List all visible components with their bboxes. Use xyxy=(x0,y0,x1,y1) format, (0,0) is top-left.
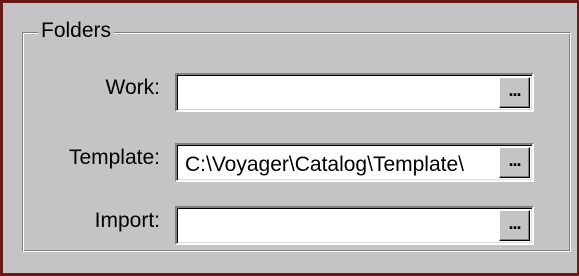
work-folder-input[interactable]: ... xyxy=(175,73,534,112)
folders-group-title: Folders xyxy=(38,19,115,43)
import-folder-input[interactable]: ... xyxy=(175,206,534,245)
template-folder-value[interactable]: C:\Voyager\Catalog\Template\ xyxy=(185,153,494,177)
template-folder-browse-button[interactable]: ... xyxy=(499,147,530,178)
folders-panel: Folders Work: ... Template: C:\Voyager\C… xyxy=(3,3,577,273)
import-folder-browse-button[interactable]: ... xyxy=(499,210,530,241)
import-folder-label: Import: xyxy=(94,209,160,232)
template-folder-input[interactable]: C:\Voyager\Catalog\Template\ ... xyxy=(175,143,534,182)
work-folder-label: Work: xyxy=(105,76,160,99)
work-folder-browse-button[interactable]: ... xyxy=(499,77,530,108)
template-folder-label: Template: xyxy=(68,146,160,169)
